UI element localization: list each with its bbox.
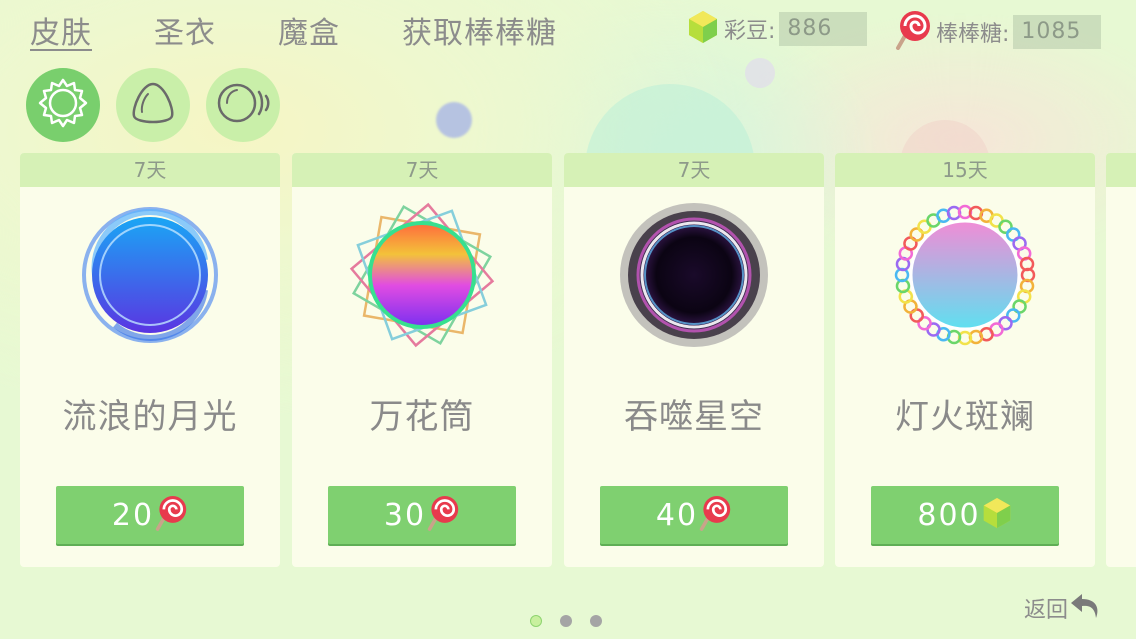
skin-preview-lantern-lights [835,200,1095,350]
bean-icon [686,10,720,48]
candy-balance: 棒棒糖: 1085 [894,10,1102,54]
skin-card-next-peek[interactable] [1106,153,1136,567]
category-blob-skins-button[interactable] [116,68,190,142]
duration-label: 7天 [292,153,552,187]
tab-get-lollipops[interactable]: 获取棒棒糖 [402,8,557,52]
lollipop-icon [894,10,932,54]
skin-name: 灯火斑斓 [895,397,1035,437]
page-indicator [530,615,620,627]
buy-button[interactable]: 40 [600,486,788,544]
beans-label: 彩豆: [724,19,776,44]
skin-preview-devouring-stars [564,200,824,350]
tab-armor[interactable]: 圣衣 [154,8,216,52]
return-arrow-icon [1068,590,1102,626]
page-dot-1[interactable] [530,615,542,627]
bg-bubble [745,58,775,88]
price: 800 [917,497,981,533]
skin-card-lantern-lights[interactable]: 15天 灯火斑斓 800 [835,153,1095,567]
skin-preview-moonlight [20,200,280,350]
lollipop-icon [698,495,732,535]
buy-button[interactable]: 30 [328,486,516,544]
candy-label: 棒棒糖: [936,22,1010,47]
candy-value: 1085 [1013,15,1102,49]
category-sun-skins-button[interactable] [26,68,100,142]
price: 30 [383,497,427,533]
page-dot-3[interactable] [590,615,602,627]
sun-skin-icon [36,76,90,134]
price: 40 [655,497,699,533]
skin-card-devouring-stars[interactable]: 7天 吞噬星空 40 [564,153,824,567]
tab-skins[interactable]: 皮肤 [30,8,92,52]
skin-name: 万花筒 [369,397,475,437]
back-button[interactable]: 返回 [1024,590,1102,626]
back-label: 返回 [1024,598,1069,623]
bean-icon [981,497,1013,533]
moving-ball-icon [213,76,273,134]
top-tabs: 皮肤 圣衣 魔盒 获取棒棒糖 [30,8,619,52]
lollipop-icon [154,495,188,535]
skin-preview-kaleidoscope [292,200,552,350]
duration-label: 15天 [835,153,1095,187]
duration-label: 7天 [564,153,824,187]
beans-balance: 彩豆: 886 [686,10,868,48]
duration-label: 7天 [20,153,280,187]
skin-card-moonlight[interactable]: 7天 流浪的月光 20 [20,153,280,567]
page-dot-2[interactable] [560,615,572,627]
bg-bubble [436,102,472,138]
buy-button[interactable]: 800 [871,486,1059,544]
skin-name: 流浪的月光 [62,397,238,437]
duration-label [1106,153,1136,187]
buy-button[interactable]: 20 [56,486,244,544]
category-motion-skins-button[interactable] [206,68,280,142]
lollipop-icon [426,495,460,535]
skin-name: 吞噬星空 [624,397,764,437]
blob-shape-icon [126,76,180,134]
beans-value: 886 [779,12,868,46]
tab-magic-box[interactable]: 魔盒 [278,8,340,52]
price: 20 [111,497,155,533]
skin-card-kaleidoscope[interactable]: 7天 万花筒 30 [292,153,552,567]
